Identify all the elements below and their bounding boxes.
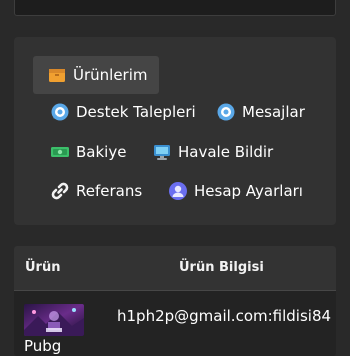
menu-item-referral[interactable]: Referans	[50, 176, 142, 206]
menu-item-support-tickets[interactable]: Destek Talepleri	[50, 97, 196, 127]
menu-item-transfer-notice[interactable]: Havale Bildir	[152, 137, 273, 167]
money-icon	[50, 142, 70, 162]
user-settings-icon	[168, 181, 188, 201]
menu-item-messages[interactable]: Mesajlar	[216, 97, 305, 127]
menu-label-account-settings: Hesap Ayarları	[194, 182, 303, 200]
product-name: Pubg	[24, 337, 62, 355]
product-thumbnail[interactable]	[24, 304, 84, 336]
menu-label-support-tickets: Destek Talepleri	[76, 103, 196, 121]
support-ticket-icon	[50, 102, 70, 122]
menu-label-products: Ürünlerim	[73, 66, 148, 84]
package-icon	[47, 65, 67, 85]
products-table: Ürün Ürün Bilgisi h1ph2p@gmail.com:fildi…	[14, 246, 336, 356]
column-header-product-info: Ürün Bilgisi	[179, 260, 264, 275]
account-menu: Ürünlerim Destek Talepleri Mesajlar Baki…	[14, 37, 336, 225]
menu-label-balance: Bakiye	[76, 143, 127, 161]
link-icon	[50, 181, 70, 201]
menu-item-products[interactable]: Ürünlerim	[33, 56, 159, 94]
menu-item-balance[interactable]: Bakiye	[50, 137, 126, 167]
menu-label-transfer-notice: Havale Bildir	[178, 143, 274, 161]
message-icon	[216, 102, 236, 122]
menu-label-messages: Mesajlar	[242, 103, 305, 121]
top-panel	[14, 0, 336, 16]
column-header-product: Ürün	[25, 260, 61, 275]
table-header: Ürün Ürün Bilgisi	[14, 246, 336, 291]
menu-item-account-settings[interactable]: Hesap Ayarları	[168, 176, 303, 206]
monitor-icon	[152, 142, 172, 162]
product-credentials: h1ph2p@gmail.com:fildisi84	[117, 307, 332, 325]
menu-label-referral: Referans	[76, 182, 143, 200]
